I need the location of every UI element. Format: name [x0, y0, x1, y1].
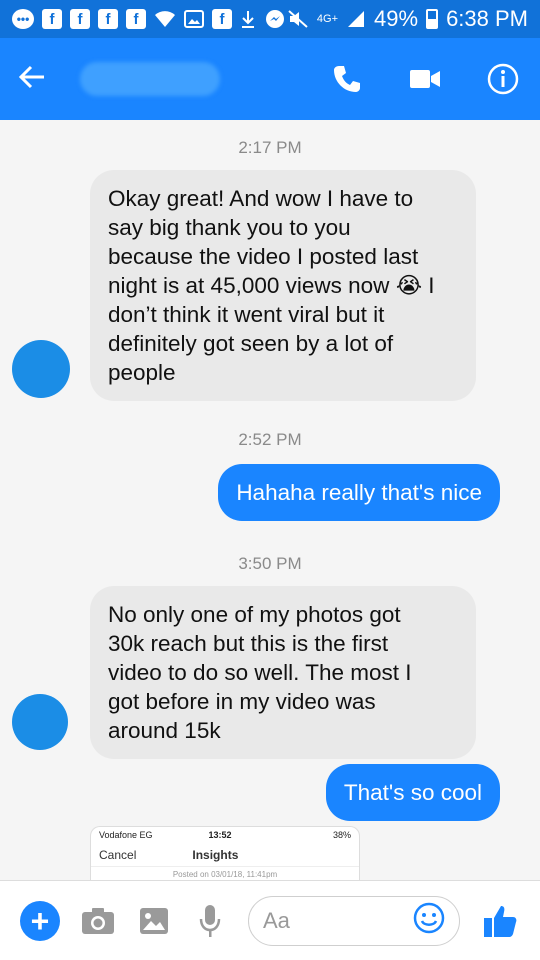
facebook-notification-icon: f	[42, 9, 62, 29]
contact-name-redacted	[80, 62, 220, 96]
status-bar: ••• f f f f f 4G+ 49% 6:38 PM	[0, 0, 540, 38]
preview-battery: 38%	[332, 830, 351, 840]
message-line: got before in my video was	[108, 689, 376, 714]
message-line: around 15k	[108, 718, 221, 743]
preview-carrier: Vodafone EG	[99, 830, 153, 840]
message-input[interactable]: Aa	[248, 895, 460, 946]
preview-title: Insights	[192, 847, 239, 862]
conversation[interactable]: 2:17 PM Okay great! And wow I have to sa…	[0, 120, 540, 880]
timestamp: 2:17 PM	[238, 138, 302, 157]
message-line: 30k reach but this is the first	[108, 631, 389, 656]
message-line: say big thank you to you	[108, 215, 351, 240]
signal-icon	[348, 11, 365, 27]
avatar[interactable]	[12, 340, 70, 398]
mute-icon	[288, 10, 308, 28]
message-line: don’t think it went viral but it	[108, 302, 385, 327]
wifi-icon	[155, 11, 175, 27]
message-line: video to do so well. The most I	[108, 660, 412, 685]
facebook-notification-icon: f	[98, 9, 118, 29]
message-notification-icon: •••	[12, 9, 34, 29]
clock: 6:38 PM	[446, 6, 528, 31]
received-message[interactable]: Okay great! And wow I have to say big th…	[90, 170, 476, 401]
preview-cancel: Cancel	[99, 847, 137, 862]
received-message[interactable]: No only one of my photos got 30k reach b…	[90, 586, 476, 759]
timestamp: 3:50 PM	[238, 554, 302, 573]
app-bar	[0, 38, 540, 120]
facebook-notification-icon: f	[70, 9, 90, 29]
message-line: because the video I posted last	[108, 244, 419, 269]
battery-icon	[426, 9, 439, 29]
thumbs-up-icon[interactable]	[480, 901, 520, 941]
messenger-notification-icon	[266, 10, 284, 28]
preview-posted-date: Posted on 03/01/18, 11:41pm	[172, 870, 278, 879]
back-arrow-icon[interactable]	[18, 60, 58, 99]
message-line: Okay great! And wow I have to	[108, 186, 414, 211]
battery-percent: 49%	[374, 6, 419, 31]
download-icon	[242, 11, 254, 28]
sent-message[interactable]: Hahaha really that's nice	[218, 464, 500, 521]
microphone-icon[interactable]	[192, 903, 228, 939]
message-input-placeholder: Aa	[263, 907, 290, 933]
facebook-notification-icon: f	[212, 9, 232, 29]
timestamp: 2:52 PM	[238, 430, 302, 449]
preview-status-bar: Vodafone EG 13:52 38%	[91, 827, 359, 843]
info-icon[interactable]	[484, 60, 522, 98]
facebook-notification-icon: f	[126, 9, 146, 29]
crying-face-emoji: 😭	[395, 273, 422, 298]
message-line: No only one of my photos got	[108, 602, 401, 627]
sent-message[interactable]: That's so cool	[325, 764, 500, 821]
gallery-notification-icon	[184, 10, 204, 28]
video-icon[interactable]	[406, 60, 444, 98]
emoji-icon[interactable]	[413, 902, 445, 940]
preview-time: 13:52	[208, 830, 232, 840]
phone-icon[interactable]	[328, 60, 366, 98]
message-line: people	[108, 360, 176, 385]
shared-image-preview[interactable]: Vodafone EG 13:52 38% Cancel Insights Po…	[90, 826, 360, 880]
preview-nav-bar: Cancel Insights	[91, 843, 359, 867]
image-icon[interactable]	[136, 903, 172, 939]
message-line: night is at 45,000 views now 😭 I	[108, 273, 435, 298]
camera-icon[interactable]	[80, 903, 116, 939]
network-type: 4G+	[316, 13, 339, 25]
avatar[interactable]	[12, 694, 68, 750]
plus-icon[interactable]: +	[20, 900, 60, 941]
message-line: definitely got seen by a lot of	[108, 331, 394, 356]
composer: + Aa	[0, 880, 540, 960]
